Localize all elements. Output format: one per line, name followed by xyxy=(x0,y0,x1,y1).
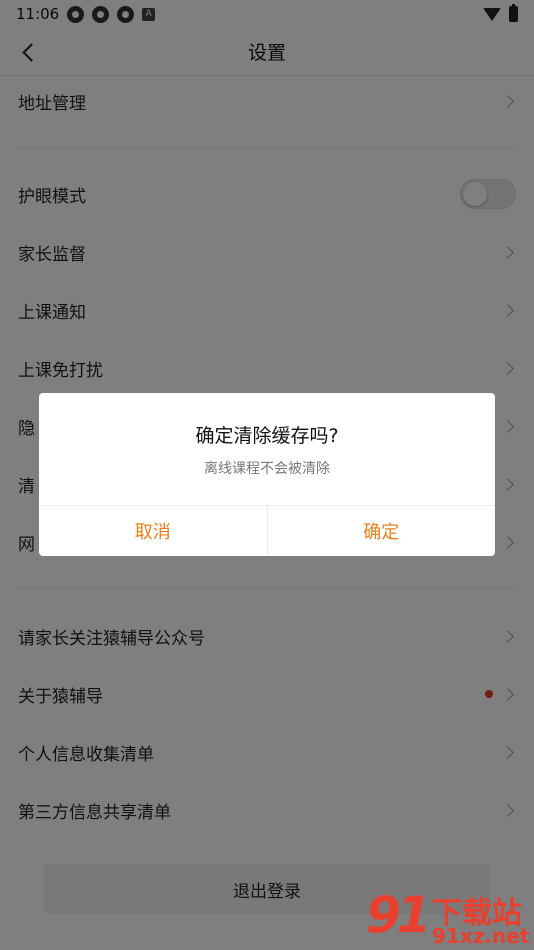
watermark-logo: 91 xyxy=(366,886,432,944)
dialog-message: 离线课程不会被清除 xyxy=(204,461,330,477)
dialog-title: 确定清除缓存吗? xyxy=(195,425,339,447)
dialog-actions: 取消 确定 xyxy=(39,505,495,556)
cancel-button[interactable]: 取消 xyxy=(39,506,267,556)
clear-cache-dialog: 确定清除缓存吗? 离线课程不会被清除 取消 确定 xyxy=(39,393,495,556)
confirm-button[interactable]: 确定 xyxy=(266,506,496,556)
watermark: 91 下载站 91xz.net xyxy=(360,884,534,950)
watermark-url: 91xz.net xyxy=(432,924,530,948)
